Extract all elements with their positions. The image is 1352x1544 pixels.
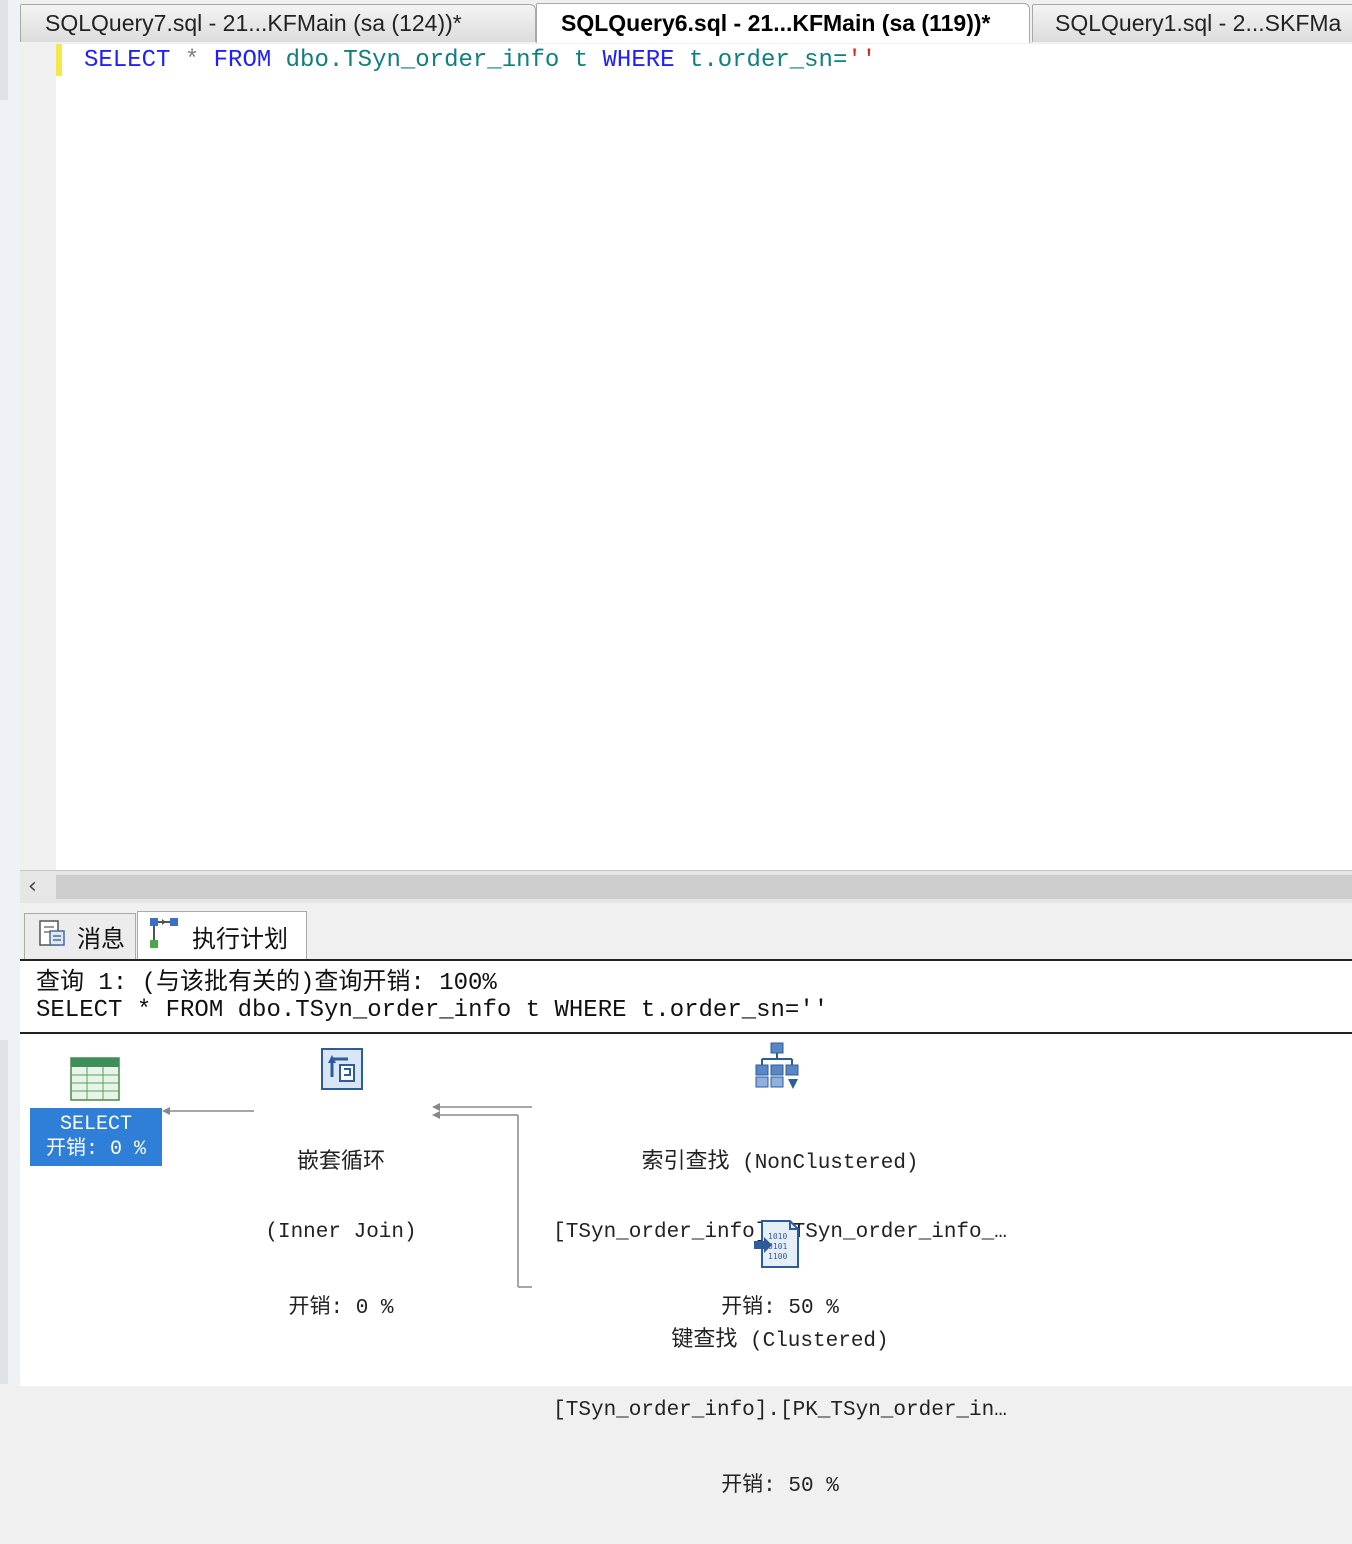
document-tab-bar: SQLQuery7.sql - 21...KFMain (sa (124))* … [20, 0, 1352, 45]
keyword-where: WHERE [602, 47, 675, 74]
scrollbar-thumb[interactable] [56, 875, 1352, 899]
nested-loop-subtitle: (Inner Join) [265, 1221, 417, 1244]
tab-label: SQLQuery1.sql - 2...SKFMa [1055, 10, 1342, 36]
tab-label: SQLQuery7.sql - 21...KFMain (sa (124))* [45, 10, 462, 36]
select-node-title: SELECT [59, 1113, 132, 1136]
operator-star: * [184, 47, 200, 74]
editor-gutter [20, 44, 56, 870]
svg-text:1100: 1100 [768, 1252, 787, 1261]
horizontal-scrollbar[interactable]: ‹ [20, 870, 1352, 904]
select-node-cost: 开销: 0 % [45, 1138, 146, 1161]
index-seek-type: (NonClustered) [742, 1152, 919, 1175]
nested-loop-title: 嵌套循环 [296, 1149, 385, 1174]
tab-sqlquery1[interactable]: SQLQuery1.sql - 2...SKFMa [1032, 4, 1352, 42]
table-name: dbo.TSyn_order_info t [285, 47, 589, 74]
sql-code-line[interactable]: SELECT * FROM dbo.TSyn_order_info t WHER… [84, 46, 876, 76]
svg-text:1010: 1010 [768, 1232, 787, 1241]
execution-plan-icon [148, 916, 182, 957]
table-select-icon[interactable] [70, 1057, 120, 1106]
key-lookup-node[interactable]: 键查找 (Clustered) [TSyn_order_info].[PK_TS… [540, 1275, 1020, 1544]
column-name: t.order_sn= [688, 47, 848, 74]
keyword-select: SELECT [84, 47, 171, 74]
nested-loops-icon[interactable] [318, 1045, 366, 1096]
svg-text:0101: 0101 [768, 1242, 787, 1251]
sql-editor[interactable]: SELECT * FROM dbo.TSyn_order_info t WHER… [20, 44, 1352, 870]
key-lookup-title: 键查找 [671, 1327, 738, 1352]
scroll-left-icon[interactable]: ‹ [28, 874, 37, 899]
tab-sqlquery6[interactable]: SQLQuery6.sql - 21...KFMain (sa (119))* [536, 3, 1030, 43]
select-node[interactable]: SELECT 开销: 0 % [30, 1108, 162, 1166]
execution-plan-pane[interactable]: 查询 1: (与该批有关的)查询开销: 100% SELECT * FROM d… [20, 959, 1352, 1498]
tab-messages[interactable]: 消息 [24, 913, 136, 959]
messages-icon [37, 918, 67, 955]
tab-execution-plan-label: 执行计划 [192, 926, 288, 953]
keyword-from: FROM [213, 47, 272, 74]
change-indicator [56, 44, 62, 76]
key-lookup-icon[interactable]: 1010 0101 1100 [754, 1219, 802, 1274]
left-panel-segment [0, 0, 8, 100]
nested-loop-node[interactable]: 嵌套循环 (Inner Join) 开销: 0 % [256, 1097, 426, 1366]
tab-sqlquery7[interactable]: SQLQuery7.sql - 21...KFMain (sa (124))* [20, 4, 536, 42]
nested-loop-cost: 开销: 0 % [288, 1297, 394, 1320]
key-lookup-object: [TSyn_order_info].[PK_TSyn_order_in… [553, 1399, 1007, 1422]
tab-messages-label: 消息 [77, 926, 125, 953]
left-panel-edge [0, 0, 22, 1384]
tab-label: SQLQuery6.sql - 21...KFMain (sa (119))* [561, 10, 991, 36]
index-seek-icon[interactable] [754, 1041, 800, 1096]
key-lookup-type: (Clustered) [750, 1330, 889, 1353]
tab-execution-plan[interactable]: 执行计划 [137, 911, 307, 961]
left-panel-segment [0, 1040, 8, 1384]
key-lookup-cost: 开销: 50 % [721, 1475, 839, 1498]
results-tab-bar: 消息 执行计划 [20, 903, 1352, 961]
index-seek-title: 索引查找 [641, 1149, 730, 1174]
string-literal: '' [847, 47, 877, 74]
